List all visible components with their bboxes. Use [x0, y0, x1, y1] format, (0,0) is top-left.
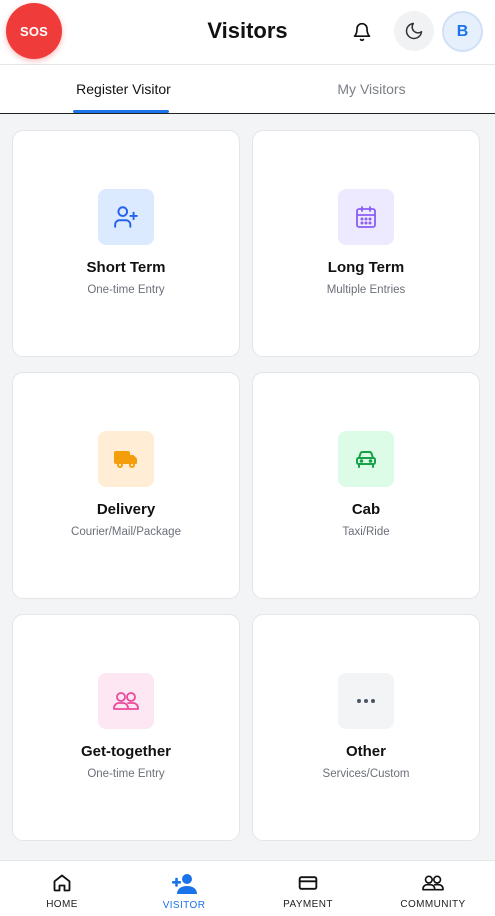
card-icon-box [98, 431, 154, 487]
card-icon-box [98, 189, 154, 245]
calendar-icon [356, 206, 376, 228]
card-other[interactable]: Other Services/Custom [252, 614, 480, 841]
nav-label: VISITOR [162, 900, 206, 911]
truck-icon [114, 451, 137, 468]
card-subtitle: Courier/Mail/Package [71, 526, 181, 538]
card-label: Delivery [96, 501, 156, 518]
user-plus-icon [172, 874, 197, 894]
nav-item-visitor[interactable]: VISITOR [122, 861, 246, 916]
card-cab[interactable]: Cab Taxi/Ride [252, 372, 480, 599]
card-subtitle: Taxi/Ride [342, 526, 390, 538]
card-label: Short Term [86, 259, 166, 276]
users-icon [113, 692, 139, 710]
nav-item-home[interactable]: HOME [0, 861, 124, 916]
card-short-term[interactable]: Short Term One-time Entry [12, 130, 240, 357]
bell-icon [353, 22, 371, 42]
credit-card-icon [298, 876, 318, 890]
card-icon-box [98, 673, 154, 729]
card-icon-box [338, 431, 394, 487]
card-long-term[interactable]: Long Term Multiple Entries [252, 130, 480, 357]
bottom-nav: HOME VISITOR PAYMENT COMMUNITY [0, 860, 495, 916]
home-icon [53, 874, 71, 892]
user-plus-icon [114, 206, 138, 228]
card-get-together[interactable]: Get-together One-time Entry [12, 614, 240, 841]
card-delivery[interactable]: Delivery Courier/Mail/Package [12, 372, 240, 599]
card-subtitle: Services/Custom [322, 768, 410, 780]
notifications-button[interactable] [350, 20, 374, 44]
card-icon-box [338, 189, 394, 245]
active-tab-indicator [73, 110, 169, 113]
card-label: Get-together [81, 743, 171, 760]
tab-bar: Register Visitor My Visitors [0, 65, 495, 114]
moon-icon [405, 22, 423, 40]
nav-label: HOME [46, 899, 78, 910]
nav-item-community[interactable]: COMMUNITY [371, 861, 495, 916]
nav-label: COMMUNITY [400, 899, 466, 910]
card-subtitle: One-time Entry [87, 284, 165, 296]
car-icon [356, 451, 376, 468]
more-horizontal-icon [357, 699, 375, 703]
card-label: Cab [351, 501, 381, 518]
card-subtitle: One-time Entry [87, 768, 165, 780]
theme-toggle-button[interactable] [394, 11, 434, 51]
card-icon-box [338, 673, 394, 729]
tab-register-visitor[interactable]: Register Visitor [0, 65, 247, 113]
nav-item-payment[interactable]: PAYMENT [246, 861, 370, 916]
card-label: Other [345, 743, 386, 760]
tab-my-visitors[interactable]: My Visitors [248, 65, 495, 113]
community-icon [422, 875, 444, 891]
nav-label: PAYMENT [283, 899, 333, 910]
card-label: Long Term [327, 259, 405, 276]
avatar[interactable]: B [442, 11, 483, 52]
card-subtitle: Multiple Entries [326, 284, 406, 296]
app-header: SOS Visitors B [0, 0, 495, 65]
